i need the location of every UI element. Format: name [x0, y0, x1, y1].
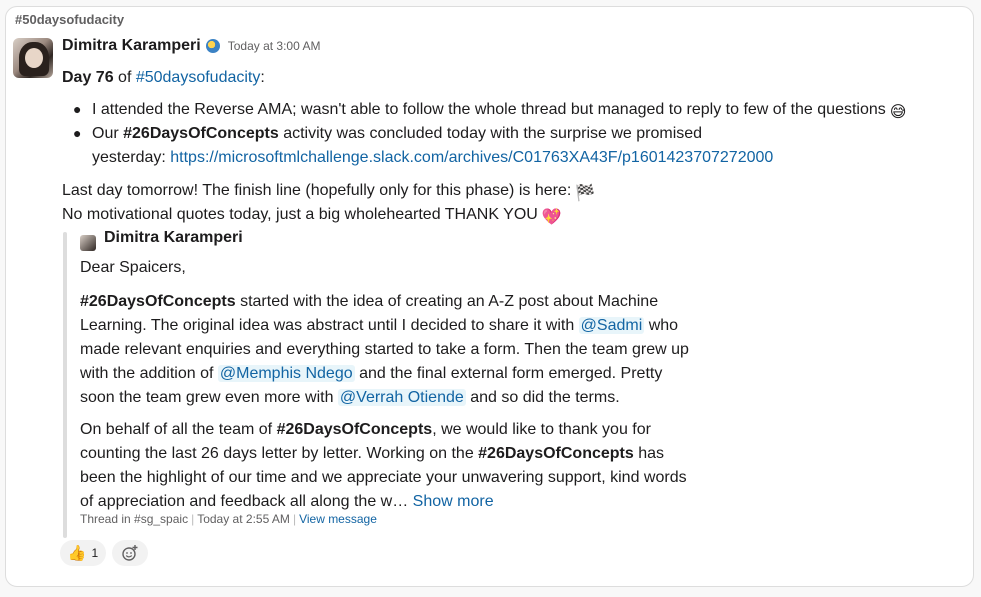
- quote-text: with the addition of @Memphis Ndego and …: [80, 365, 663, 382]
- quote-text: been the highlight of our time and we ap…: [80, 469, 687, 486]
- mention-sadmi[interactable]: @Sadmi: [578, 317, 645, 334]
- message-header: Dimitra Karamperi Today at 3:00 AM: [62, 37, 320, 55]
- slack-archive-link[interactable]: https://microsoftmlchallenge.slack.com/a…: [170, 149, 773, 166]
- avatar[interactable]: [13, 38, 53, 78]
- quote-avatar[interactable]: [80, 235, 96, 251]
- heart-icon: 💖: [541, 209, 562, 226]
- mention-memphis-ndego[interactable]: @Memphis Ndego: [217, 365, 355, 382]
- reaction-thumbs-up[interactable]: 👍 1: [60, 540, 106, 566]
- thread-link[interactable]: Thread in #sg_spaic: [80, 512, 188, 526]
- hashtag-link[interactable]: #50daysofudacity: [136, 69, 261, 86]
- quote-footer: Thread in #sg_spaic | Today at 2:55 AM | Vie…: [80, 512, 377, 526]
- message-text: Last day tomorrow! The finish line (hope…: [62, 180, 595, 205]
- message-timestamp[interactable]: Today at 3:00 AM: [228, 39, 321, 53]
- quote-timestamp[interactable]: Today at 2:55 AM: [197, 512, 290, 526]
- author-name[interactable]: Dimitra Karamperi: [62, 37, 201, 55]
- quote-greeting: Dear Spaicers,: [80, 259, 186, 276]
- sweat-smile-icon: 😅: [889, 104, 907, 121]
- bullet-dot-icon: ●: [73, 101, 82, 117]
- status-emoji-icon[interactable]: [205, 39, 220, 53]
- message-text: No motivational quotes today, just a big…: [62, 204, 562, 229]
- list-item-continuation: yesterday: https://microsoftmlchallenge.…: [92, 149, 774, 166]
- quote-text: On behalf of all the team of #26DaysOfCo…: [80, 421, 651, 438]
- quote-bar: [63, 232, 67, 538]
- mention-verrah-otiende[interactable]: @Verrah Otiende: [337, 389, 466, 406]
- view-message-link[interactable]: View message: [299, 512, 377, 526]
- day-label: Day 76: [62, 69, 114, 86]
- show-more-link[interactable]: Show more: [413, 493, 494, 510]
- channel-name[interactable]: #50daysofudacity: [15, 12, 124, 27]
- quote-text: Learning. The original idea was abstract…: [80, 317, 679, 334]
- checkered-flag-icon: 🏁: [575, 185, 596, 202]
- day-line: Day 76 of #50daysofudacity:: [62, 69, 265, 86]
- quote-text: soon the team grew even more with @Verra…: [80, 389, 620, 406]
- thumbs-up-icon: 👍: [67, 545, 87, 562]
- quote-author-name[interactable]: Dimitra Karamperi: [104, 229, 243, 247]
- quote-text: of appreciation and feedback all along t…: [80, 493, 494, 510]
- bullet-dot-icon: ●: [73, 125, 82, 141]
- quote-text: #26DaysOfConcepts started with the idea …: [80, 293, 659, 310]
- list-item: Our #26DaysOfConcepts activity was concl…: [92, 125, 703, 142]
- reaction-count: 1: [91, 546, 99, 560]
- quote-text: counting the last 26 days letter by lett…: [80, 445, 665, 462]
- add-emoji-icon: [122, 545, 138, 561]
- add-reaction-button[interactable]: [112, 540, 148, 566]
- list-item: I attended the Reverse AMA; wasn't able …: [92, 99, 906, 124]
- quote-text: made relevant enquiries and everything s…: [80, 341, 689, 358]
